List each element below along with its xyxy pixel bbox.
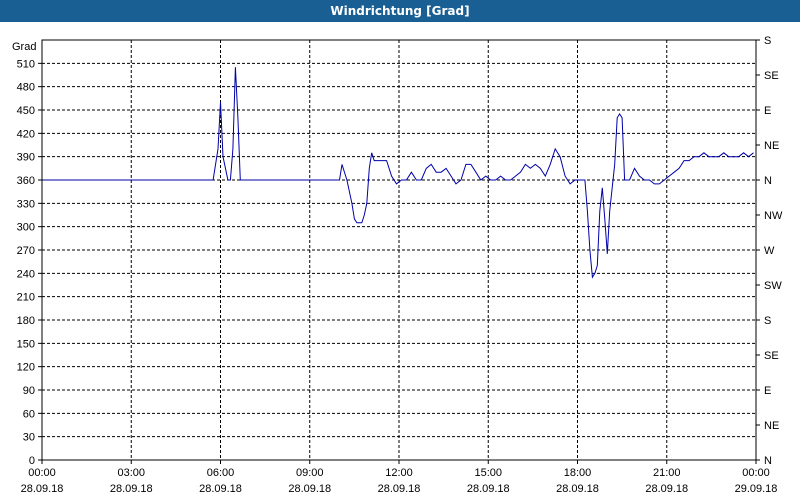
x-tick-date: 28.09.18: [467, 483, 510, 495]
chart: Grad 0 30 60 90 120 150 180 210 240 270 300 330 360 3…: [12, 35, 783, 495]
x-tick-time: 00:00: [28, 467, 56, 479]
compass-tick-label: S: [764, 35, 771, 47]
compass-tick-label: NE: [764, 420, 779, 432]
x-tick-date: 28.09.18: [556, 483, 599, 495]
y-tick-label: 480: [17, 82, 35, 94]
x-tick-date: 29.09.18: [735, 483, 778, 495]
compass-tick-label: SE: [764, 350, 779, 362]
compass-tick-label: NW: [764, 210, 783, 222]
y-tick-label: 150: [17, 338, 35, 350]
x-tick-time: 21:00: [653, 467, 681, 479]
x-tick-time: 12:00: [385, 467, 413, 479]
y-tick-label: 60: [23, 408, 35, 420]
y-tick-label: 330: [17, 198, 35, 210]
series-line: [42, 67, 754, 279]
compass-axis-ticks: N NE E SE S SW W NW N NE E SE S: [756, 35, 783, 467]
x-tick-time: 18:00: [564, 467, 592, 479]
y-tick-label: 270: [17, 245, 35, 257]
compass-tick-label: NE: [764, 140, 779, 152]
y-tick-label: 0: [29, 455, 35, 467]
y-tick-label: 420: [17, 128, 35, 140]
x-tick-date: 28.09.18: [645, 483, 688, 495]
compass-tick-label: N: [764, 455, 772, 467]
y-tick-label: 450: [17, 105, 35, 117]
y-tick-label: 510: [17, 58, 35, 70]
x-tick-date: 28.09.18: [199, 483, 242, 495]
x-tick-time: 06:00: [207, 467, 235, 479]
x-axis-ticks: 00:00 28.09.18 03:00 28.09.18 06:00 28.09.18 0…: [21, 460, 778, 495]
x-tick-time: 00:00: [742, 467, 770, 479]
y-tick-label: 30: [23, 432, 35, 444]
x-tick-date: 28.09.18: [110, 483, 153, 495]
x-tick-time: 15:00: [474, 467, 502, 479]
x-tick-date: 28.09.18: [378, 483, 421, 495]
compass-tick-label: S: [764, 315, 771, 327]
y-tick-label: 360: [17, 175, 35, 187]
compass-tick-label: E: [764, 385, 771, 397]
compass-tick-label: SW: [764, 280, 782, 292]
y-axis-label: Grad: [12, 41, 36, 53]
y-tick-label: 90: [23, 385, 35, 397]
x-tick-date: 28.09.18: [21, 483, 64, 495]
y-tick-label: 180: [17, 315, 35, 327]
window-title: Windrichtung [Grad]: [0, 0, 800, 22]
grid: [42, 40, 756, 460]
y-tick-label: 240: [17, 268, 35, 280]
x-tick-date: 28.09.18: [288, 483, 331, 495]
y-tick-label: 210: [17, 292, 35, 304]
compass-tick-label: E: [764, 105, 771, 117]
compass-tick-label: SE: [764, 70, 779, 82]
x-tick-time: 03:00: [117, 467, 145, 479]
compass-tick-label: W: [764, 245, 775, 257]
y-tick-label: 300: [17, 222, 35, 234]
y-tick-label: 390: [17, 152, 35, 164]
x-tick-time: 09:00: [296, 467, 324, 479]
y-axis-ticks: 0 30 60 90 120 150 180 210 240 270 300 330 360 390 420…: [17, 58, 42, 467]
compass-tick-label: N: [764, 175, 772, 187]
y-tick-label: 120: [17, 362, 35, 374]
